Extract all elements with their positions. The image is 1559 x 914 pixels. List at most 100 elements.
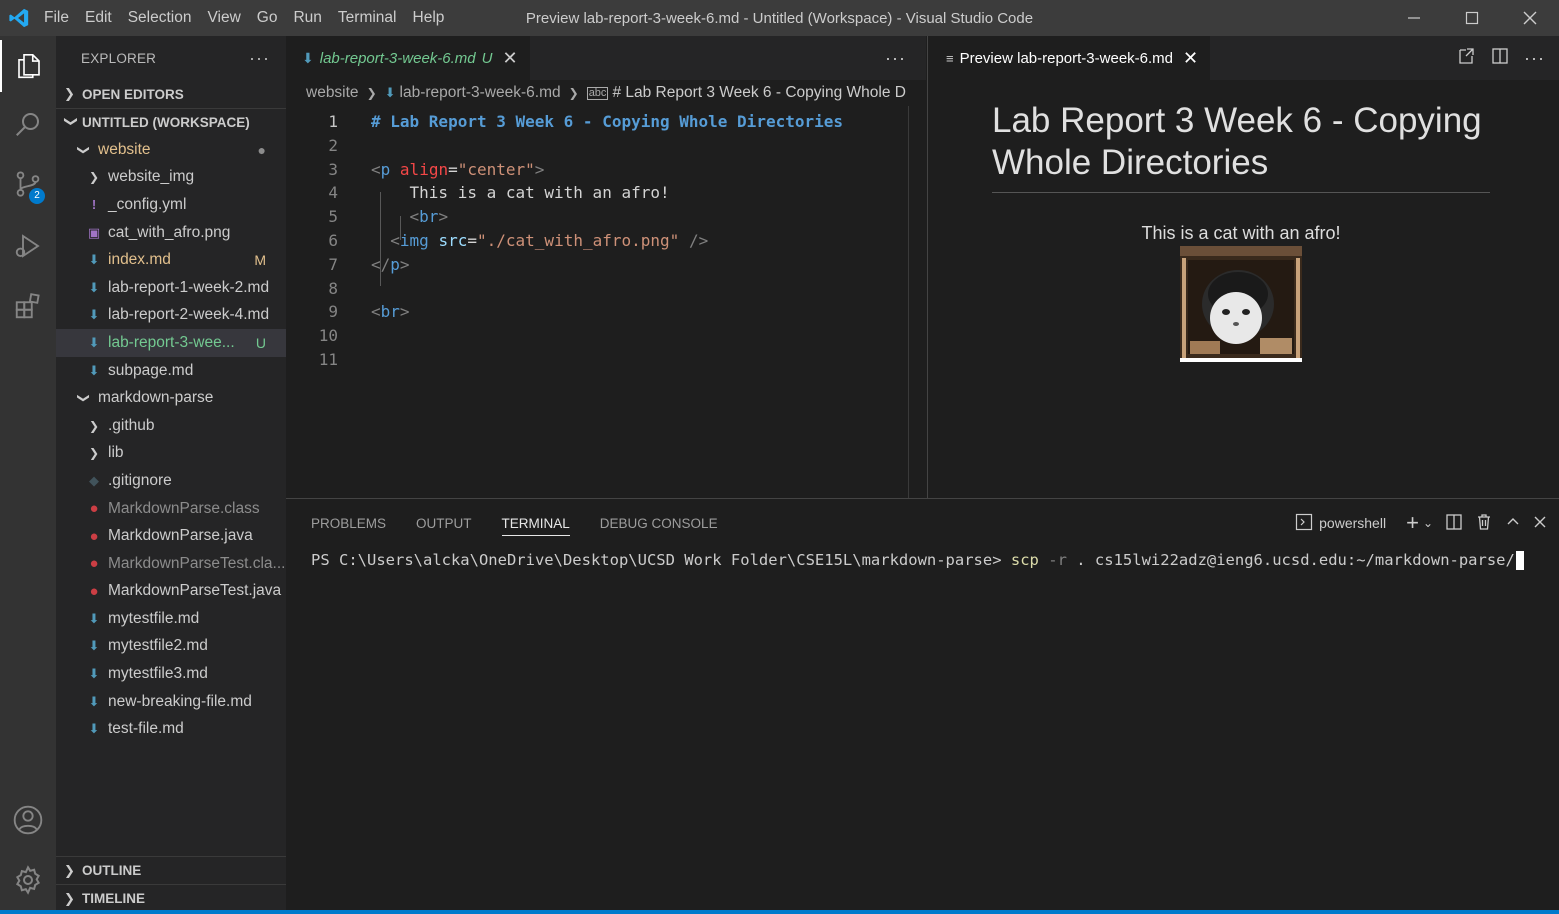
tree-item[interactable]: ❯ .github	[56, 412, 286, 440]
chevron-down-icon: ❯	[77, 393, 91, 404]
tab-lab-report-3[interactable]: ⬇ lab-report-3-week-6.md U ✕	[286, 36, 530, 80]
terminal-args: . cs15lwi22adz@ieng6.ucsd.edu:~/markdown…	[1076, 551, 1515, 569]
tree-item[interactable]: ⬇ lab-report-1-week-2.md	[56, 274, 286, 302]
open-source-icon[interactable]	[1456, 46, 1476, 71]
chevron-right-icon: ❯	[64, 862, 75, 878]
markdown-file-icon: ⬇	[88, 693, 100, 709]
line-number: 5	[328, 207, 338, 227]
tab-output[interactable]: OUTPUT	[416, 516, 472, 531]
chevron-right-icon: ❯	[88, 446, 100, 461]
breadcrumb-folder[interactable]: website	[306, 84, 359, 102]
outline-section[interactable]: ❯ OUTLINE	[56, 856, 286, 884]
tree-item[interactable]: ⬇ new-breaking-file.md	[56, 688, 286, 716]
tree-item[interactable]: ◆ .gitignore	[56, 467, 286, 495]
tree-item[interactable]: ❯ website ●	[56, 136, 286, 164]
tree-item[interactable]: ⬇ index.md M	[56, 246, 286, 274]
image-file-icon: ▣	[87, 224, 101, 240]
tree-item-label: mytestfile3.md	[108, 665, 208, 683]
tree-item[interactable]: ❯ lib	[56, 440, 286, 468]
minimize-button[interactable]	[1385, 0, 1443, 36]
code-line: <img src="./cat_with_afro.png" />	[390, 231, 709, 250]
tree-item[interactable]: ⬇ lab-report-3-wee... U	[56, 329, 286, 357]
workspace-section[interactable]: ❯ UNTITLED (WORKSPACE)	[56, 108, 286, 136]
run-debug-icon[interactable]	[0, 220, 56, 272]
tree-item[interactable]: ❯ markdown-parse	[56, 384, 286, 412]
split-editor-icon[interactable]	[1490, 46, 1510, 71]
tab-debug-console[interactable]: DEBUG CONSOLE	[600, 516, 718, 531]
tree-item[interactable]: ● MarkdownParse.class	[56, 495, 286, 523]
tab-terminal[interactable]: TERMINAL	[501, 516, 570, 536]
tree-item-label: new-breaking-file.md	[108, 692, 252, 710]
menu-run[interactable]: Run	[285, 0, 329, 36]
tab-problems[interactable]: PROBLEMS	[311, 516, 386, 531]
line-number: 3	[328, 159, 338, 179]
extensions-icon[interactable]	[0, 280, 56, 332]
chevron-right-icon: ❯	[64, 86, 75, 101]
tree-item-label: .gitignore	[108, 471, 172, 489]
close-panel-icon[interactable]	[1533, 515, 1547, 532]
java-file-icon: ●	[89, 555, 99, 573]
breadcrumb-file[interactable]: lab-report-3-week-6.md	[400, 84, 561, 102]
more-actions-icon[interactable]: ···	[249, 48, 270, 69]
maximize-panel-icon[interactable]	[1505, 514, 1521, 533]
tree-item[interactable]: ⬇ mytestfile3.md	[56, 660, 286, 688]
source-control-icon[interactable]	[0, 158, 56, 210]
tree-item[interactable]: ⬇ lab-report-2-week-4.md	[56, 302, 286, 330]
minimap[interactable]	[908, 106, 909, 498]
terminal-output[interactable]: PS C:\Users\alcka\OneDrive\Desktop\UCSD …	[286, 547, 1559, 570]
close-window-button[interactable]	[1501, 0, 1559, 36]
search-icon[interactable]	[0, 98, 56, 150]
title-bar: File Edit Selection View Go Run Terminal…	[0, 0, 1559, 36]
tree-item[interactable]: ! _config.yml	[56, 191, 286, 219]
tree-item-label: MarkdownParse.class	[108, 499, 260, 517]
breadcrumb: website ❯ ⬇ lab-report-3-week-6.md ❯ abc…	[286, 80, 926, 106]
breadcrumb-symbol[interactable]: # Lab Report 3 Week 6 - Copying Whole D	[612, 84, 906, 102]
chevron-down-icon[interactable]: ⌄	[1423, 516, 1433, 530]
tree-item[interactable]: ⬇ subpage.md	[56, 357, 286, 385]
account-icon[interactable]	[0, 794, 56, 846]
close-icon[interactable]: ✕	[502, 48, 517, 69]
tab-preview[interactable]: ≡ Preview lab-report-3-week-6.md ✕	[928, 36, 1211, 80]
markdown-file-icon: ⬇	[88, 279, 100, 295]
open-editors-section[interactable]: ❯ OPEN EDITORS	[56, 80, 286, 108]
tree-item[interactable]: ● MarkdownParse.java	[56, 522, 286, 550]
terminal-flag: -r	[1048, 551, 1067, 569]
trash-icon[interactable]	[1475, 513, 1493, 534]
tree-item[interactable]: ⬇ test-file.md	[56, 715, 286, 743]
outline-label: OUTLINE	[82, 863, 142, 878]
explorer-icon[interactable]	[0, 40, 56, 92]
tree-item-label: cat_with_afro.png	[108, 223, 231, 241]
shell-name[interactable]: powershell	[1319, 515, 1386, 531]
tree-item[interactable]: ⬇ mytestfile.md	[56, 605, 286, 633]
split-terminal-icon[interactable]	[1445, 513, 1463, 534]
menu-selection[interactable]: Selection	[120, 0, 200, 36]
panel-actions: powershell + ⌄	[1295, 499, 1559, 547]
menu-view[interactable]: View	[199, 0, 248, 36]
line-number: 4	[328, 183, 338, 203]
maximize-button[interactable]	[1443, 0, 1501, 36]
markdown-file-icon: ⬇	[384, 85, 396, 100]
more-actions-icon[interactable]: ···	[1524, 48, 1545, 69]
new-terminal-icon[interactable]: +	[1406, 510, 1419, 536]
menu-help[interactable]: Help	[405, 0, 453, 36]
tree-item[interactable]: ❯ website_img	[56, 164, 286, 192]
menu-edit[interactable]: Edit	[77, 0, 120, 36]
tree-item[interactable]: ● MarkdownParseTest.java	[56, 578, 286, 606]
tree-item-label: website	[98, 140, 151, 158]
preview-actions: ···	[1456, 46, 1545, 71]
line-number: 2	[328, 135, 338, 155]
menu-file[interactable]: File	[36, 0, 77, 36]
preview-body: Lab Report 3 Week 6 - Copying Whole Dire…	[928, 80, 1559, 362]
line-number: 10	[318, 326, 338, 346]
vscode-logo-icon	[2, 1, 36, 35]
menu-terminal[interactable]: Terminal	[330, 0, 405, 36]
tree-item-label: _config.yml	[108, 195, 187, 213]
tree-item[interactable]: ▣ cat_with_afro.png	[56, 219, 286, 247]
tree-item[interactable]: ● MarkdownParseTest.cla...	[56, 550, 286, 578]
editor-more-actions-icon[interactable]: ···	[885, 48, 906, 69]
timeline-section[interactable]: ❯ TIMELINE	[56, 884, 286, 912]
menu-go[interactable]: Go	[249, 0, 286, 36]
manage-gear-icon[interactable]	[0, 854, 56, 906]
tree-item[interactable]: ⬇ mytestfile2.md	[56, 633, 286, 661]
close-icon[interactable]: ✕	[1183, 48, 1198, 69]
